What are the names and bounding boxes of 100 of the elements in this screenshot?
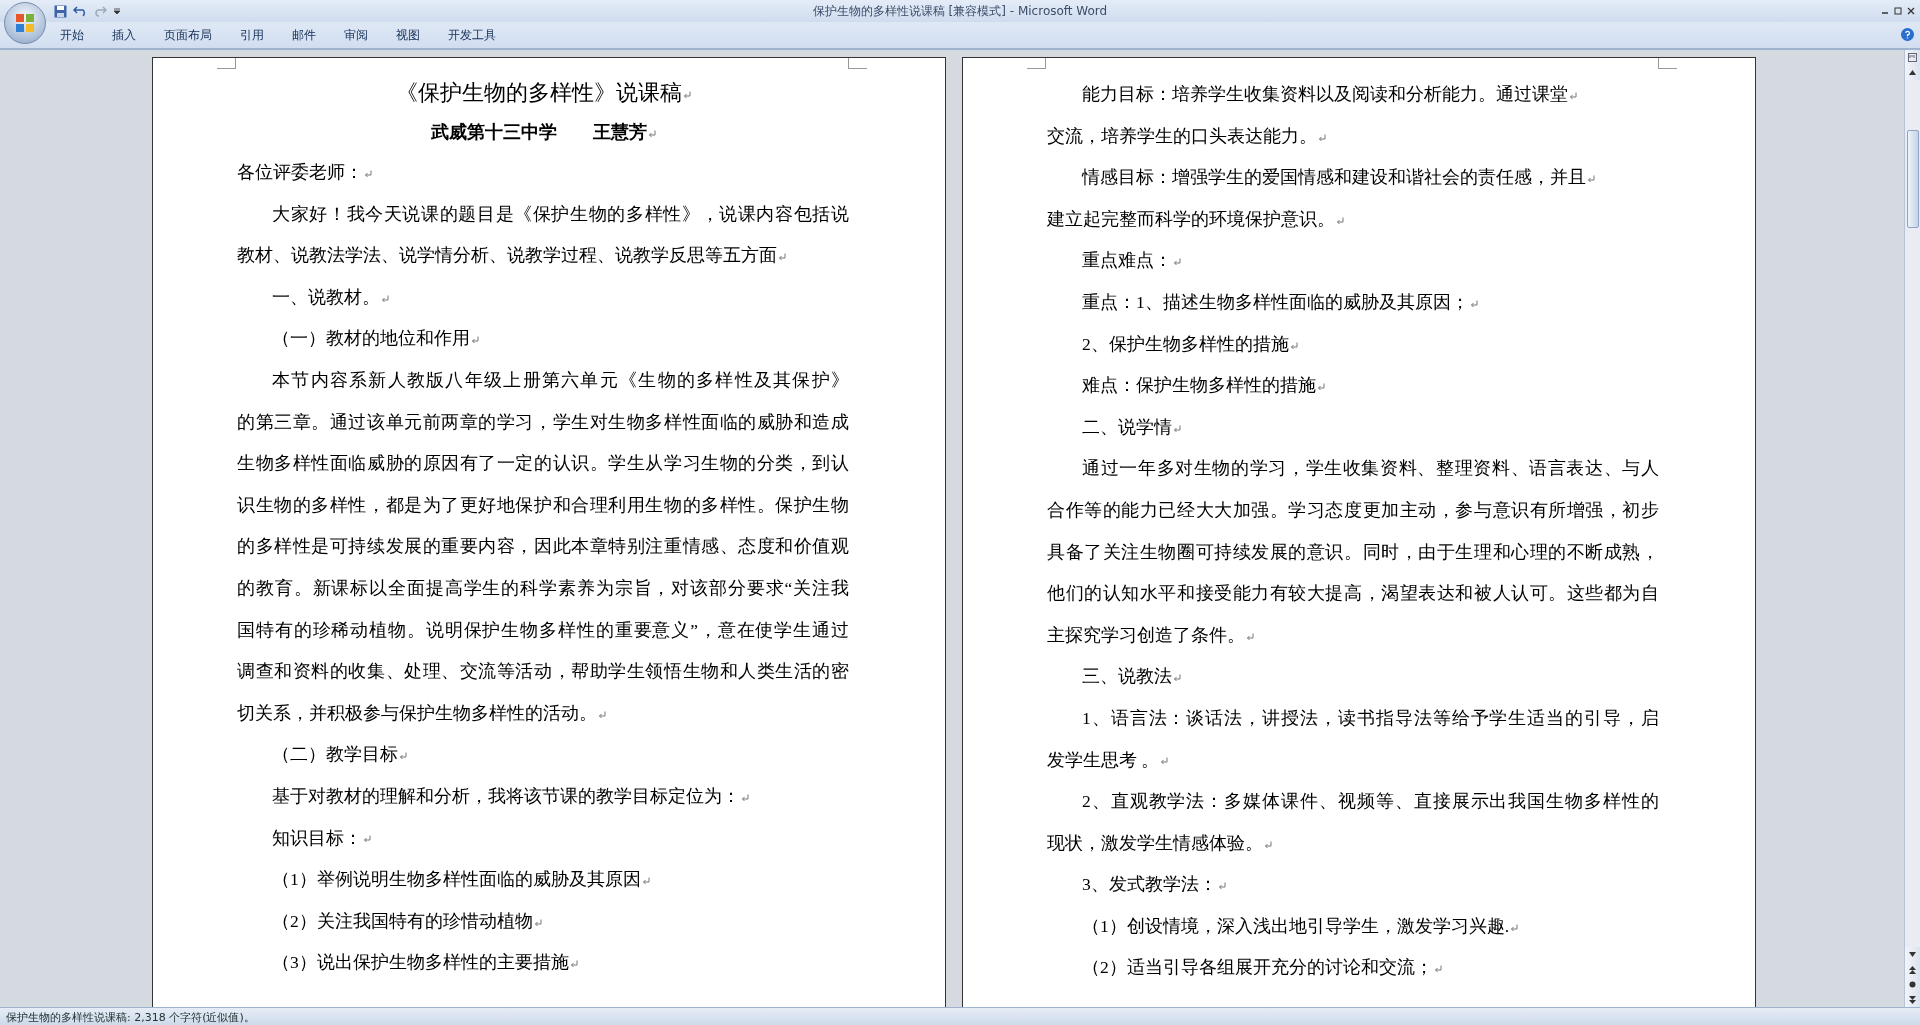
close-button[interactable] <box>1906 5 1916 17</box>
ribbon-tab[interactable]: 插入 <box>102 23 146 47</box>
dropdown-icon[interactable] <box>113 7 121 15</box>
paragraph-mark-icon <box>533 918 542 927</box>
text-line: 重点难点： <box>1082 250 1172 271</box>
text-line: 合作等的能力已经大大加强。学习态度更加主动，参与意识有所增强，初步 <box>1047 499 1659 520</box>
window-title: 保护生物的多样性说课稿 [兼容模式] - Microsoft Word <box>812 3 1108 18</box>
maximize-icon <box>1894 7 1902 15</box>
ribbon-tab[interactable]: 开始 <box>50 23 94 47</box>
paragraph-mark-icon <box>641 877 650 886</box>
text-line: 主探究学习创造了条件。 <box>1047 624 1245 645</box>
paragraph-mark-icon <box>1336 216 1344 225</box>
scroll-thumb[interactable] <box>1906 130 1919 228</box>
text-line: 国特有的珍稀动植物。说明保护生物多样性的重要意义”，意在使学生通过 <box>237 619 849 640</box>
ribbon-tab[interactable]: 引用 <box>230 23 274 47</box>
paragraph-mark-icon <box>778 253 786 262</box>
text-line: 1、语言法：谈话法，讲授法，读书指导法等给予学生适当的引导，启 <box>1082 707 1659 728</box>
text-line: 具备了关注生物圈可持续发展的意识。同时，由于生理和心理的不断成熟， <box>1047 541 1659 562</box>
text-line: 2、直观教学法：多媒体课件、视频等、直接展示出我国生物多样性的 <box>1082 791 1659 812</box>
scroll-down-button[interactable] <box>1905 947 1920 962</box>
paragraph-mark-icon <box>1246 632 1254 641</box>
ribbon-tab[interactable]: 页面布局 <box>154 23 222 47</box>
paragraph-mark-icon <box>598 710 606 719</box>
paragraph-mark-icon <box>1160 757 1169 766</box>
text-line: 交流，培养学生的口头表达能力。 <box>1047 125 1317 146</box>
paragraph-mark-icon <box>363 835 371 844</box>
paragraph-mark-icon <box>1173 424 1181 433</box>
text-line: （二）教学目标 <box>272 744 398 765</box>
ribbon-tab[interactable]: 邮件 <box>282 23 326 47</box>
ribbon-tab[interactable]: 视图 <box>386 23 430 47</box>
text-line: 通过一年多对生物的学习，学生收集资料、整理资料、语言表达、与人 <box>1082 458 1659 479</box>
status-text: 保护生物的多样性说课稿: 2,318 个字符(近似值)。 <box>6 1010 255 1025</box>
paragraph-mark-icon <box>1587 175 1595 184</box>
close-icon <box>1907 7 1915 15</box>
maximize-button[interactable] <box>1893 5 1903 17</box>
up-triangle-icon <box>1909 70 1916 75</box>
text-line: 难点：保护生物多样性的措施 <box>1082 375 1316 396</box>
text-line: 切关系，并积极参与保护生物多样性的活动。 <box>237 702 597 723</box>
text-line: 的第三章。通过该单元前两章的学习，学生对生物多样性面临的威胁和造成 <box>237 411 849 432</box>
ruler-toggle-button[interactable] <box>1905 50 1920 65</box>
text-line: （3）说出保护生物多样性的主要措施 <box>272 952 569 973</box>
text-line: 能力目标：培养学生收集资料以及阅读和分析能力。通过课堂 <box>1082 84 1568 104</box>
text-line: 发学生思考 。 <box>1047 749 1160 770</box>
text-line: 三、说教法 <box>1082 666 1172 687</box>
down-triangle-icon <box>1909 952 1916 957</box>
text-line: 的教育。新课标以全面提高学生的科学素养为宗旨，对该部分要求“关注我 <box>237 577 849 598</box>
text-line: （1）举例说明生物多样性面临的威胁及其原因 <box>272 869 641 890</box>
text-line: 重点：1、描述生物多样性面临的威胁及其原因； <box>1082 291 1469 312</box>
paragraph-mark-icon <box>682 90 691 99</box>
scroll-up-button[interactable] <box>1905 65 1920 80</box>
text-line: 本节内容系新人教版八年级上册第六单元《生物的多样性及其保护》 <box>272 369 849 390</box>
ruler-icon <box>1908 53 1917 62</box>
author-line: 武威第十三中学 王慧芳 <box>430 122 647 142</box>
help-icon[interactable] <box>1901 28 1914 41</box>
text-line: 基于对教材的理解和分析，我将该节课的教学目标定位为： <box>272 785 740 806</box>
text-line: 他们的认知水平和接受能力有较大提高，渴望表达和被人认可。这些都为自 <box>1047 583 1659 604</box>
paragraph-mark-icon <box>647 129 656 138</box>
next-page-button[interactable] <box>1905 992 1920 1007</box>
text-line: 现状，激发学生情感体验。 <box>1047 832 1263 853</box>
paragraph-mark-icon <box>471 336 479 345</box>
double-down-triangle-icon <box>1909 995 1916 1004</box>
double-up-triangle-icon <box>1909 965 1916 974</box>
paragraph-mark-icon <box>1173 258 1181 267</box>
text-line: 一、说教材。 <box>272 286 380 307</box>
ribbon-tab[interactable]: 开发工具 <box>438 23 506 47</box>
paragraph-mark-icon <box>1317 383 1325 392</box>
text-line: （2）关注我国特有的珍惜动植物 <box>272 910 533 931</box>
text-line: 3、发式教学法： <box>1082 874 1217 895</box>
office-button[interactable] <box>4 2 46 44</box>
ribbon-tab[interactable]: 审阅 <box>334 23 378 47</box>
paragraph-mark-icon <box>1264 840 1272 849</box>
paragraph-mark-icon <box>399 752 407 761</box>
document-title: 《保护生物的多样性》说课稿 <box>395 80 682 105</box>
text-line: （2）适当引导各组展开充分的讨论和交流； <box>1082 957 1433 978</box>
text-line: （1）创设情境，深入浅出地引导学生，激发学习兴趣. <box>1082 915 1510 936</box>
four-squares-icon <box>14 12 36 34</box>
text-line: 调查和资料的收集、处理、交流等活动，帮助学生领悟生物和人类生活的密 <box>237 661 849 682</box>
paragraph-mark-icon <box>741 793 749 802</box>
text-line: 大家好！我今天说课的题目是《保护生物的多样性》，说课内容包括说 <box>272 203 849 224</box>
text-line: 知识目标： <box>272 827 362 848</box>
paragraph-mark-icon <box>1510 923 1519 932</box>
text-line: 的多样性是可持续发展的重要内容，因此本章特别注重情感、态度和价值观 <box>237 536 849 557</box>
paragraph-mark-icon <box>364 170 372 178</box>
text-line: 识生物的多样性，都是为了更好地保护和合理利用生物的多样性。保护生物 <box>237 494 849 515</box>
text-line: 2、保护生物多样性的措施 <box>1082 333 1289 354</box>
text-line: 生物多样性面临威胁的原因有了一定的认识。学生从学习生物的分类，到认 <box>237 453 849 474</box>
paragraph-mark-icon <box>1469 299 1478 308</box>
paragraph-mark-icon <box>1289 341 1298 350</box>
text-line: 情感目标：增强学生的爱国情感和建设和谐社会的责任感，并且 <box>1082 167 1586 188</box>
paragraph-mark-icon <box>1569 92 1577 100</box>
text-line: （一）教材的地位和作用 <box>272 328 470 349</box>
paragraph-mark-icon <box>1318 133 1326 142</box>
paragraph-mark-icon <box>1173 674 1181 683</box>
paragraph-mark-icon <box>1217 882 1226 891</box>
save-icon[interactable] <box>54 4 67 18</box>
text-line: 二、说学情 <box>1082 416 1172 437</box>
dot-icon <box>1909 981 1916 988</box>
text-line: 建立起完整而科学的环境保护意识。 <box>1047 208 1335 229</box>
paragraph-mark-icon <box>381 294 389 303</box>
paragraph-mark-icon <box>569 960 578 969</box>
